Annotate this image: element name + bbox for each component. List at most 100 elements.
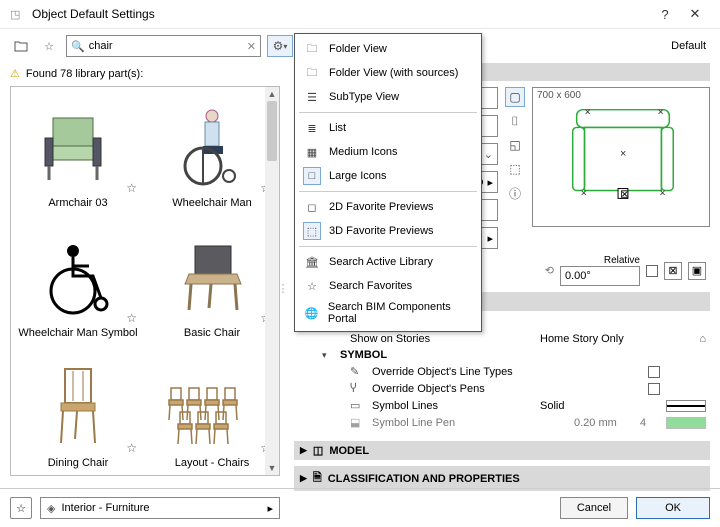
prop-override-pens[interactable]: Ⴤ Override Object's Pens: [322, 380, 706, 397]
chevron-down-icon[interactable]: ▾: [322, 350, 332, 361]
menu-large-icons[interactable]: □ Large Icons: [295, 164, 481, 188]
preview-iso-button[interactable]: ⬚: [505, 159, 525, 179]
grid-med-icon: ▦: [303, 143, 321, 161]
preview-info-button[interactable]: ⓘ: [505, 183, 525, 203]
chevron-right-icon: ▶: [300, 445, 307, 456]
menu-folder-view-sources[interactable]: 🗀Folder View (with sources): [295, 61, 481, 85]
favorite-button[interactable]: ☆: [38, 35, 60, 57]
close-button[interactable]: ✕: [680, 6, 710, 22]
menu-medium-icons[interactable]: ▦ Medium Icons: [295, 140, 481, 164]
pen-swatch[interactable]: [666, 417, 706, 429]
thumbnail-label: Dining Chair: [48, 457, 109, 469]
relative-label: Relative: [604, 255, 640, 266]
menu-label: List: [329, 122, 346, 134]
svg-text:⊠: ⊠: [620, 188, 629, 200]
prop-symbol-line-pen[interactable]: ⬓ Symbol Line Pen 0.20 mm 4: [322, 414, 706, 431]
library-item[interactable]: ☆ Basic Chair: [145, 217, 279, 347]
checkbox[interactable]: [648, 383, 660, 395]
folder-icon: 🗀: [303, 40, 321, 58]
thumbnail-label: Armchair 03: [48, 197, 107, 209]
line-swatch[interactable]: [666, 400, 706, 412]
help-button[interactable]: ?: [650, 7, 680, 22]
favorite-footer-button[interactable]: ☆: [10, 497, 32, 519]
menu-search-bim[interactable]: 🌐Search BIM Components Portal: [295, 298, 481, 328]
menu-label: Folder View: [329, 43, 387, 55]
prop-override-line-types[interactable]: ✎ Override Object's Line Types: [322, 363, 706, 380]
scroll-thumb[interactable]: [267, 101, 277, 161]
cube-icon: ◫: [313, 444, 323, 457]
thumbnail-basic-chair: [162, 233, 262, 323]
menu-2d-fav-preview[interactable]: ◻2D Favorite Previews: [295, 195, 481, 219]
panel-model[interactable]: ▶ ◫ MODEL: [294, 441, 710, 460]
menu-label: SubType View: [329, 91, 399, 103]
menu-label: 2D Favorite Previews: [329, 201, 434, 213]
menu-list[interactable]: ≣List: [295, 116, 481, 140]
folder-icon: 🗀: [303, 64, 321, 82]
mirror-checkbox[interactable]: [646, 265, 658, 277]
thumbnail-label: Wheelchair Man Symbol: [18, 327, 137, 339]
prop-label: Override Object's Line Types: [372, 366, 642, 378]
layer-icon: ◈: [47, 502, 55, 515]
thumbnail-label: Layout - Chairs: [175, 457, 250, 469]
grid-lg-icon: □: [303, 167, 321, 185]
ok-button[interactable]: OK: [636, 497, 710, 519]
scroll-down-icon[interactable]: ▼: [268, 461, 277, 475]
favorite-star-icon[interactable]: ☆: [126, 181, 137, 195]
library-item[interactable]: ☆ Wheelchair Man Symbol: [11, 217, 145, 347]
angle-field[interactable]: 0.00°: [560, 266, 640, 286]
star-icon: ☆: [303, 277, 321, 295]
favorite-star-icon[interactable]: ☆: [126, 311, 137, 325]
prop-label: Symbol Lines: [372, 400, 534, 412]
button-label: OK: [653, 502, 693, 514]
menu-3d-fav-preview[interactable]: ⬚ 3D Favorite Previews: [295, 219, 481, 243]
favorite-star-icon[interactable]: ☆: [126, 441, 137, 455]
menu-label: Search Active Library: [329, 256, 433, 268]
menu-search-favorites[interactable]: ☆ Search Favorites: [295, 274, 481, 298]
menu-label: Large Icons: [329, 170, 386, 182]
mirror-x-icon[interactable]: ⊠: [664, 262, 682, 280]
prop-show-on-stories[interactable]: Show on Stories Home Story Only ⌂: [322, 331, 706, 347]
cancel-button[interactable]: Cancel: [560, 497, 628, 519]
folder-button[interactable]: [10, 35, 32, 57]
view-settings-menu: 🗀 Folder View 🗀Folder View (with sources)…: [294, 33, 482, 332]
prop-label: Symbol Line Pen: [372, 417, 568, 429]
checkbox[interactable]: [648, 366, 660, 378]
search-icon: 🔍: [71, 40, 85, 53]
library-item[interactable]: ☆ Dining Chair: [11, 347, 145, 476]
view-settings-button[interactable]: ⚙▾: [267, 35, 293, 57]
scrollbar[interactable]: ▲ ▼: [265, 87, 279, 475]
panel-title: MODEL: [329, 445, 369, 457]
layer-value: Interior - Furniture: [61, 502, 261, 514]
mirror-y-icon[interactable]: ▣: [688, 262, 706, 280]
prop-label: Override Object's Pens: [372, 383, 642, 395]
menu-label: Search Favorites: [329, 280, 412, 292]
prop-value: Home Story Only: [540, 333, 660, 345]
popup-icon[interactable]: ▸: [487, 232, 493, 245]
search-input[interactable]: [89, 37, 243, 55]
preview-front-button[interactable]: ⌷: [505, 111, 525, 131]
prop-symbol-lines[interactable]: ▭ Symbol Lines Solid: [322, 397, 706, 414]
clear-search-icon[interactable]: ✕: [247, 40, 256, 53]
preview-viewport[interactable]: 700 x 600 × × × × × ⊠: [532, 87, 710, 227]
tree-icon: ☰: [303, 88, 321, 106]
layer-combo[interactable]: ◈ Interior - Furniture ▸: [40, 497, 280, 519]
popup-icon: ▸: [267, 502, 273, 515]
thumbnail-layout-chairs: [162, 363, 262, 453]
menu-label: 3D Favorite Previews: [329, 225, 434, 237]
library-item[interactable]: ☆ Wheelchair Man: [145, 87, 279, 217]
thumbnail-grid: ☆ Armchair 03 ☆ Wheelchair Man: [10, 86, 280, 476]
popup-icon[interactable]: ▸: [487, 176, 493, 189]
menu-search-active-library[interactable]: 🏛Search Active Library: [295, 250, 481, 274]
library-item[interactable]: ☆ Armchair 03: [11, 87, 145, 217]
menu-subtype-view[interactable]: ☰ SubType View: [295, 85, 481, 109]
library-item[interactable]: ☆ Layout - Chairs: [145, 347, 279, 476]
menu-label: Medium Icons: [329, 146, 397, 158]
preview-2d-button[interactable]: ▢: [505, 87, 525, 107]
pen-icon: Ⴤ: [350, 382, 366, 395]
prop-label: Show on Stories: [350, 333, 534, 345]
found-status: ⚠ Found 78 library part(s):: [10, 63, 280, 86]
cube-icon: ⬚: [303, 222, 321, 240]
menu-folder-view[interactable]: 🗀 Folder View: [295, 37, 481, 61]
preview-3d-button[interactable]: ◱: [505, 135, 525, 155]
scroll-up-icon[interactable]: ▲: [268, 87, 277, 101]
